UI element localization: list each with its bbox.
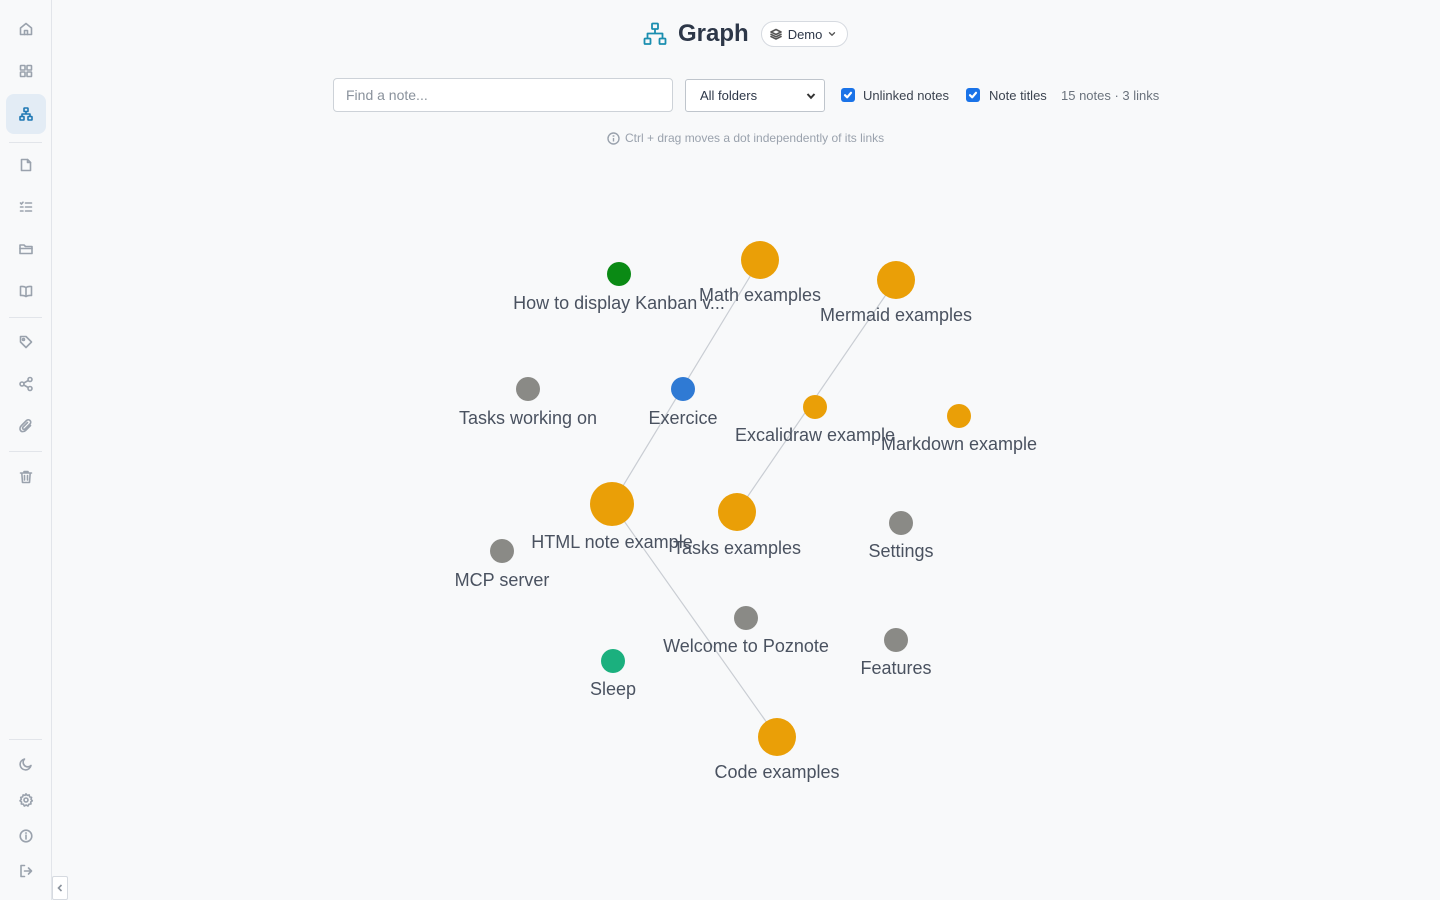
folder-select[interactable]: All folders — [685, 79, 825, 112]
graph-node-dot[interactable] — [889, 511, 913, 535]
graph-node-label: How to display Kanban v... — [513, 293, 725, 313]
paperclip-icon[interactable] — [6, 406, 46, 446]
graph-node-label: Excalidraw example — [735, 425, 895, 445]
graph-node-features[interactable]: Features — [860, 628, 932, 678]
sidebar-divider — [9, 451, 42, 452]
unlinked-notes-checkbox[interactable] — [841, 88, 855, 102]
graph-node-welcome[interactable]: Welcome to Poznote — [663, 606, 829, 656]
graph-node-label: Settings — [868, 541, 933, 561]
drag-hint: Ctrl + drag moves a dot independently of… — [607, 131, 884, 145]
chevron-down-icon — [806, 92, 816, 99]
share-icon[interactable] — [6, 364, 46, 404]
collapse-sidebar-button[interactable] — [52, 876, 68, 900]
graph-node-code[interactable]: Code examples — [714, 718, 840, 782]
search-input[interactable] — [333, 78, 673, 112]
graph-node-markdown[interactable]: Markdown example — [881, 404, 1037, 454]
layers-icon — [769, 28, 782, 40]
graph-node-dot[interactable] — [947, 404, 971, 428]
graph-node-html[interactable]: HTML note example — [531, 482, 693, 552]
graph-node-label: HTML note example — [531, 532, 692, 552]
graph-node-dot[interactable] — [718, 493, 756, 531]
graph-node-dot[interactable] — [601, 649, 625, 673]
moon-icon[interactable] — [6, 744, 46, 784]
graph-node-dot[interactable] — [803, 395, 827, 419]
graph-node-label: Code examples — [714, 762, 839, 782]
graph-node-label: Tasks working on — [459, 408, 597, 428]
graph-node-label: Tasks examples — [673, 538, 801, 558]
graph-node-label: Math examples — [699, 285, 821, 305]
graph-node-label: MCP server — [455, 570, 550, 590]
graph-node-dot[interactable] — [758, 718, 796, 756]
graph-node-exercice[interactable]: Exercice — [648, 377, 718, 428]
graph-node-tasks-working[interactable]: Tasks working on — [459, 377, 597, 428]
chevron-left-icon — [57, 884, 63, 892]
graph-node-label: Sleep — [590, 679, 636, 699]
sidebar-divider — [9, 317, 42, 318]
workspace-selector[interactable]: Demo — [760, 21, 849, 47]
folder-icon[interactable] — [6, 229, 46, 269]
graph-node-dot[interactable] — [607, 262, 631, 286]
unlinked-notes-label[interactable]: Unlinked notes — [863, 88, 949, 103]
info-icon[interactable] — [6, 816, 46, 856]
file-icon[interactable] — [6, 145, 46, 185]
graph-node-dot[interactable] — [671, 377, 695, 401]
page-header: Graph Demo — [642, 18, 849, 50]
note-titles-label[interactable]: Note titles — [989, 88, 1047, 103]
graph-node-dot[interactable] — [516, 377, 540, 401]
check-icon — [843, 91, 853, 99]
graph-node-kanban[interactable]: How to display Kanban v... — [513, 262, 725, 313]
graph-node-label: Exercice — [648, 408, 717, 428]
graph-node-dot[interactable] — [590, 482, 634, 526]
sidebar-divider — [9, 739, 42, 740]
logout-icon[interactable] — [6, 851, 46, 891]
book-icon[interactable] — [6, 271, 46, 311]
workspace-label: Demo — [787, 26, 823, 42]
tag-icon[interactable] — [6, 322, 46, 362]
graph-node-excalidraw[interactable]: Excalidraw example — [735, 395, 895, 445]
folder-select-value: All folders — [700, 88, 758, 103]
graph-icon — [642, 21, 668, 47]
page-title: Graph — [678, 20, 749, 47]
sidebar-divider — [9, 142, 42, 143]
graph-node-settings[interactable]: Settings — [868, 511, 934, 561]
graph-node-dot[interactable] — [734, 606, 758, 630]
graph-node-label: Markdown example — [881, 434, 1037, 454]
grid-icon[interactable] — [6, 51, 46, 91]
hint-text: Ctrl + drag moves a dot independently of… — [625, 131, 885, 145]
sidebar — [0, 0, 52, 900]
graph-node-math[interactable]: Math examples — [699, 241, 821, 305]
info-icon — [607, 131, 620, 145]
note-titles-checkbox[interactable] — [966, 88, 980, 102]
graph-node-dot[interactable] — [741, 241, 779, 279]
graph-node-dot[interactable] — [877, 261, 915, 299]
chevron-down-icon — [829, 32, 836, 36]
home-icon[interactable] — [6, 9, 46, 49]
trash-icon[interactable] — [6, 457, 46, 497]
graph-node-mermaid[interactable]: Mermaid examples — [820, 261, 972, 325]
nodes-layer: How to display Kanban v...Math examplesM… — [455, 241, 1037, 782]
gear-icon[interactable] — [6, 780, 46, 820]
graph-stats: 15 notes · 3 links — [1061, 88, 1160, 103]
checklist-icon[interactable] — [6, 187, 46, 227]
graph-node-dot[interactable] — [490, 539, 514, 563]
graph-node-label: Welcome to Poznote — [663, 636, 829, 656]
graph-node-sleep[interactable]: Sleep — [590, 649, 636, 699]
graph-node-label: Features — [860, 658, 931, 678]
check-icon — [968, 91, 978, 99]
graph-node-label: Mermaid examples — [820, 305, 972, 325]
graph-node-dot[interactable] — [884, 628, 908, 652]
graph-icon[interactable] — [6, 94, 46, 134]
links-layer — [611, 259, 897, 738]
graph-node-tasks-ex[interactable]: Tasks examples — [673, 493, 801, 558]
